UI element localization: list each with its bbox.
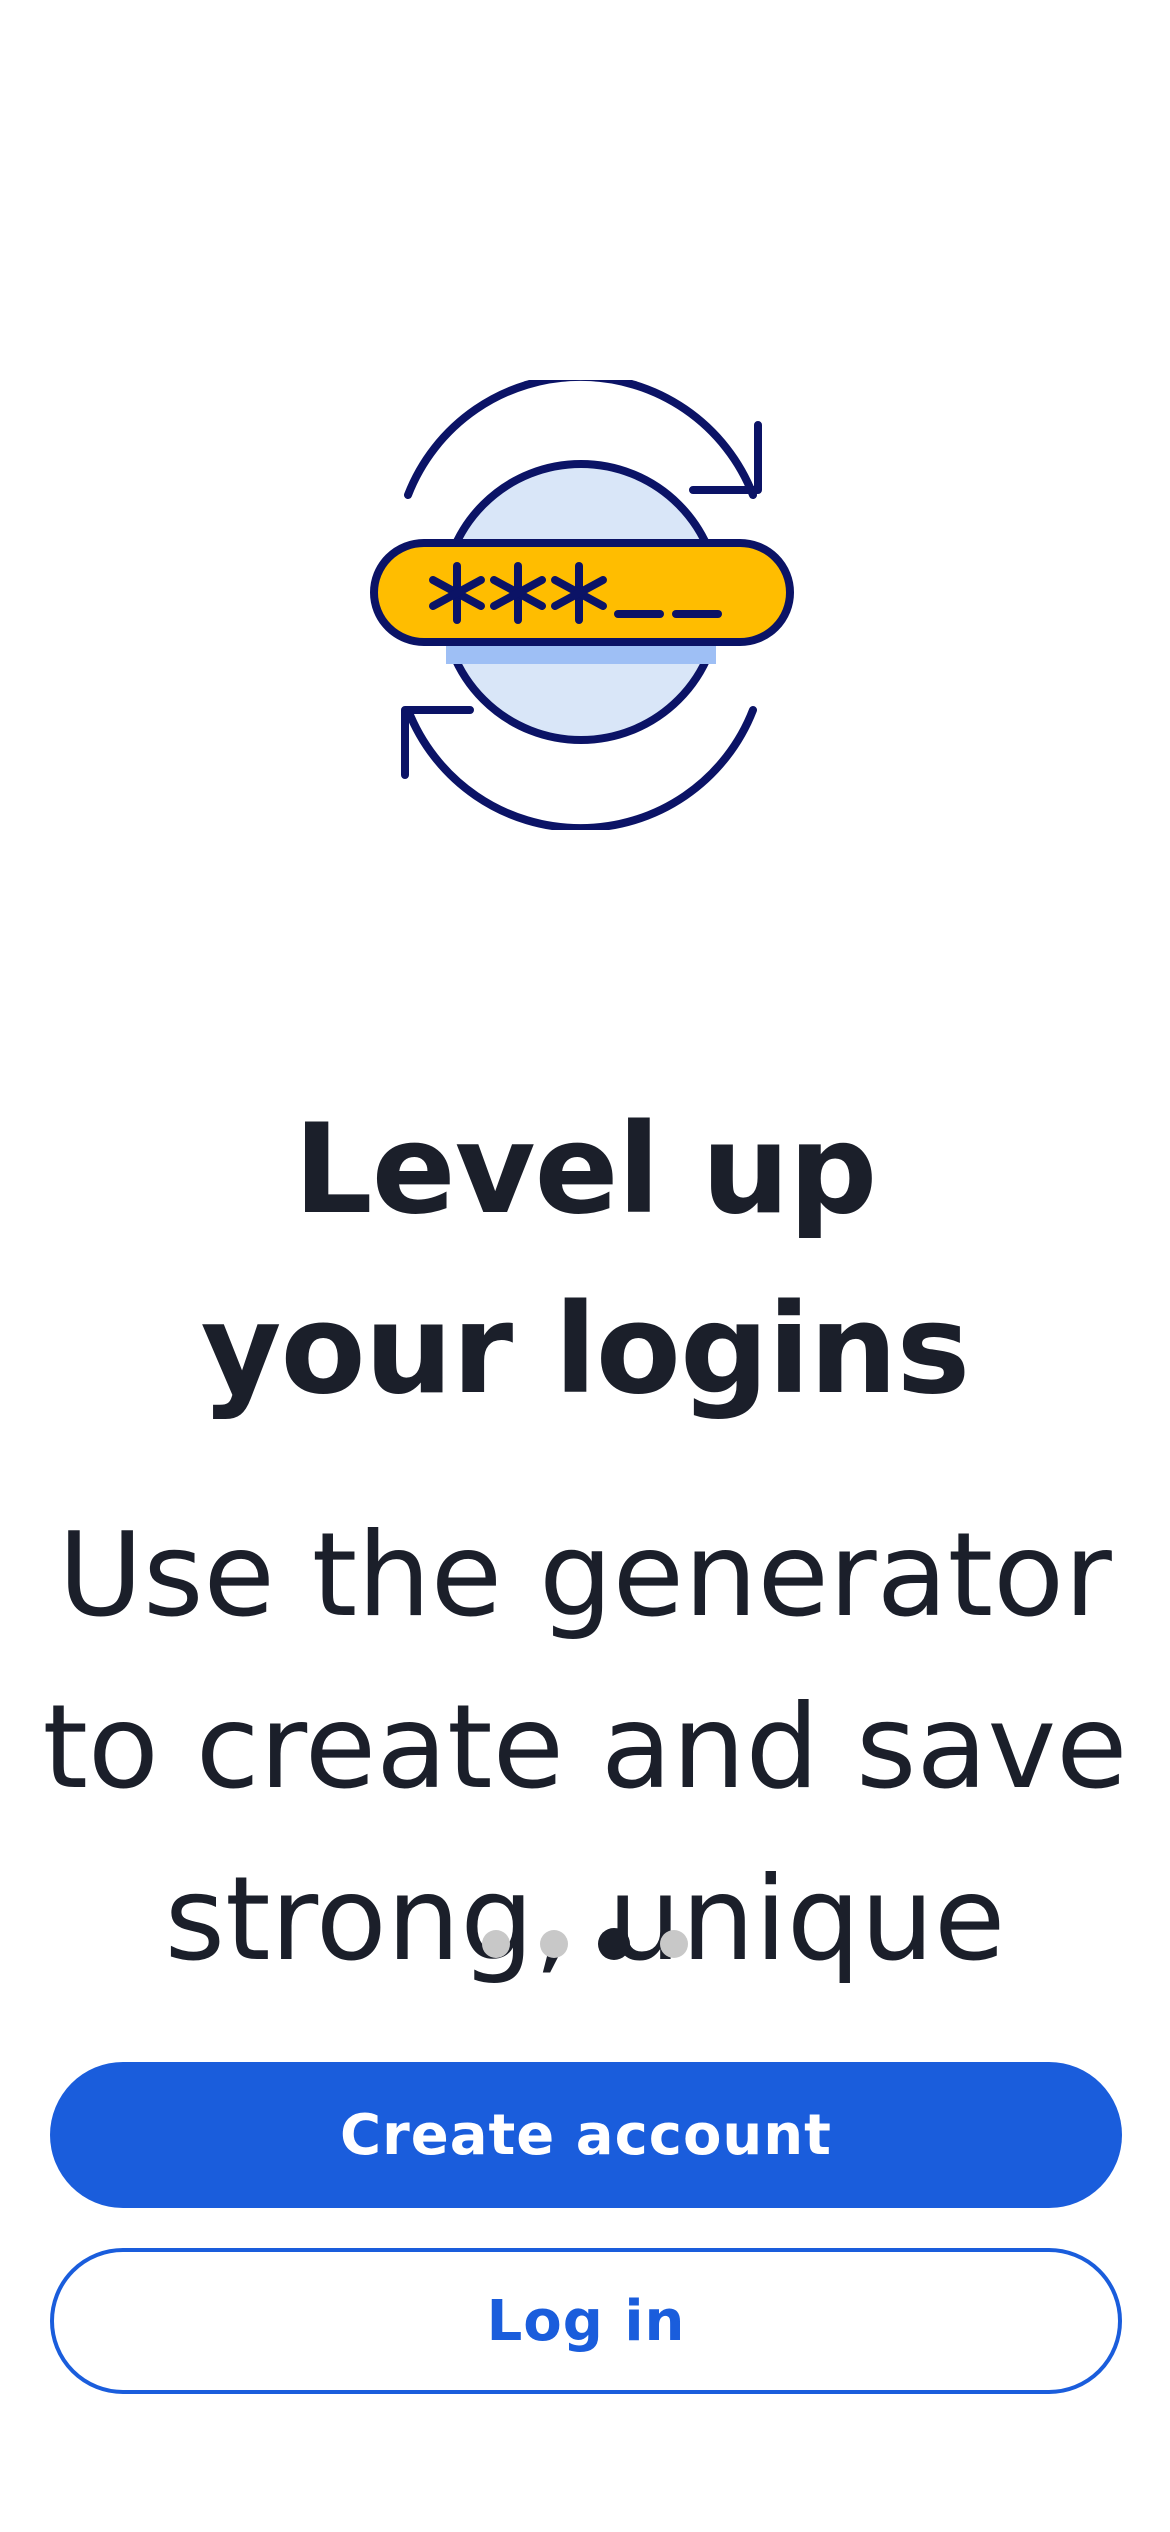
create-account-button[interactable]: Create account bbox=[50, 2062, 1122, 2208]
page-title-line-1: Level up bbox=[293, 1098, 878, 1242]
pagination-dot-3-active[interactable] bbox=[598, 1928, 630, 1960]
page-title-line-2: your logins bbox=[200, 1278, 971, 1422]
log-in-button[interactable]: Log in bbox=[50, 2248, 1122, 2394]
page-title: Level up your logins bbox=[0, 1080, 1170, 1440]
password-refresh-illustration bbox=[360, 372, 810, 833]
pagination-dot-2[interactable] bbox=[540, 1930, 568, 1958]
pagination-dot-1[interactable] bbox=[482, 1930, 510, 1958]
pagination-dots[interactable] bbox=[0, 1924, 1170, 1964]
pagination-dot-4[interactable] bbox=[660, 1930, 688, 1958]
